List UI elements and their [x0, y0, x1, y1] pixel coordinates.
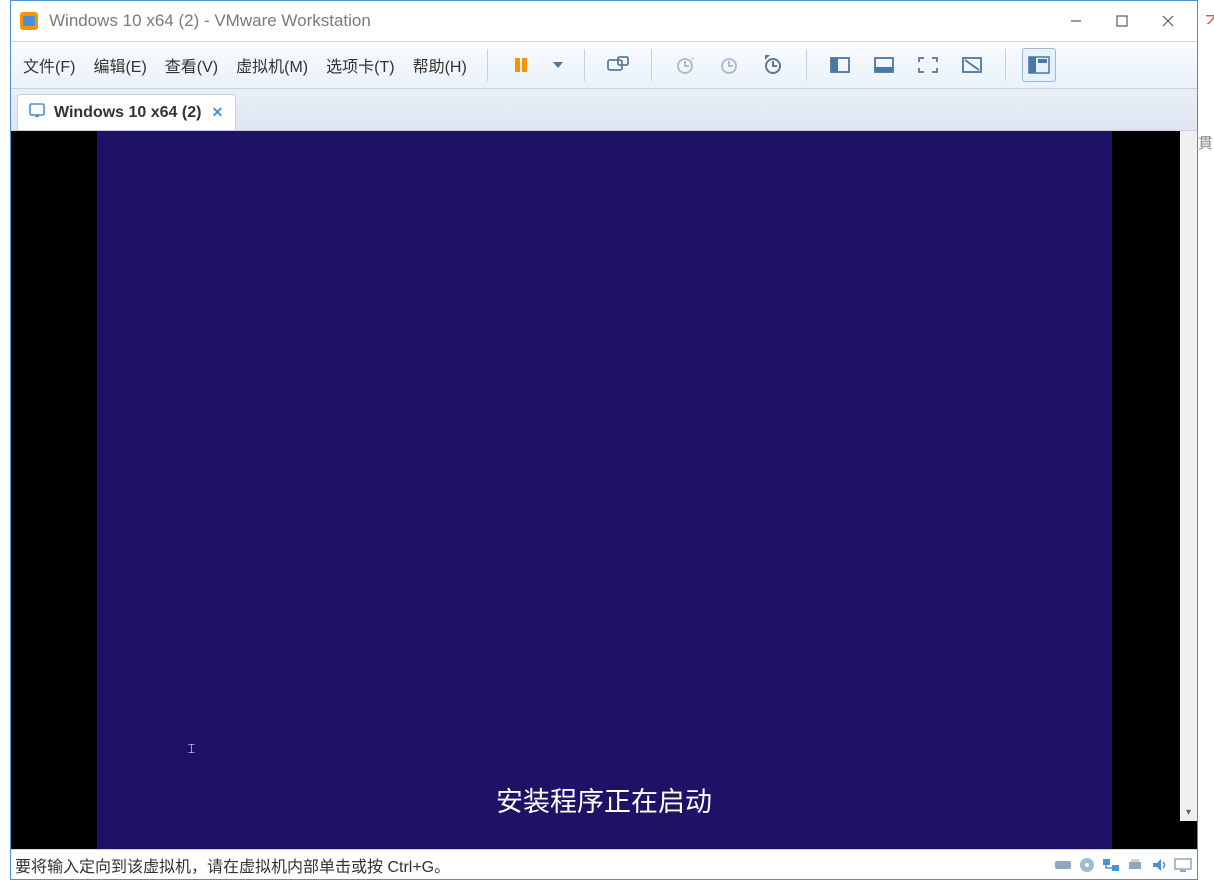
statusbar: 要将输入定向到该虚拟机，请在虚拟机内部单击或按 Ctrl+G。: [11, 849, 1197, 879]
display-icon[interactable]: [1173, 855, 1193, 875]
vm-console-area[interactable]: 安装程序正在启动 ⌶ ▾: [11, 131, 1197, 849]
show-library-button[interactable]: [823, 48, 857, 82]
separator: [806, 49, 807, 81]
menu-vm[interactable]: 虚拟机(M): [232, 49, 312, 81]
menu-help[interactable]: 帮助(H): [409, 49, 471, 81]
vmware-app-icon: [17, 9, 41, 33]
network-adapter-icon[interactable]: [1101, 855, 1121, 875]
separator: [1005, 49, 1006, 81]
vm-tab-label: Windows 10 x64 (2): [54, 104, 201, 122]
background-app-fragment: 才: [1205, 6, 1214, 24]
guest-display[interactable]: 安装程序正在启动 ⌶: [97, 131, 1112, 849]
cursor-artifact: ⌶: [188, 741, 196, 755]
menu-file[interactable]: 文件(F): [19, 49, 79, 81]
close-button[interactable]: [1145, 3, 1191, 39]
fullscreen-button[interactable]: [911, 48, 945, 82]
sound-icon[interactable]: [1149, 855, 1169, 875]
power-dropdown-button[interactable]: [548, 48, 568, 82]
vertical-scrollbar[interactable]: ▾: [1180, 131, 1197, 821]
cd-icon[interactable]: [1077, 855, 1097, 875]
pause-button[interactable]: [504, 48, 538, 82]
setup-status-text: 安装程序正在启动: [97, 780, 1112, 819]
unity-mode-button[interactable]: [955, 48, 989, 82]
maximize-button[interactable]: [1099, 3, 1145, 39]
menu-view[interactable]: 查看(V): [161, 49, 222, 81]
vmware-window: Windows 10 x64 (2) - VMware Workstation …: [10, 0, 1198, 880]
snapshot-take-button[interactable]: +: [668, 48, 702, 82]
titlebar: Windows 10 x64 (2) - VMware Workstation: [11, 1, 1197, 41]
harddisk-icon[interactable]: [1053, 855, 1073, 875]
send-ctrl-alt-del-button[interactable]: [601, 48, 635, 82]
quick-switch-button[interactable]: [867, 48, 901, 82]
vm-tab[interactable]: Windows 10 x64 (2) ✕: [17, 94, 236, 130]
separator: [584, 49, 585, 81]
window-controls: [1053, 3, 1191, 39]
menu-tabs[interactable]: 选项卡(T): [322, 49, 398, 81]
tab-strip: Windows 10 x64 (2) ✕: [11, 89, 1197, 131]
minimize-button[interactable]: [1053, 3, 1099, 39]
status-hint-text: 要将输入定向到该虚拟机，请在虚拟机内部单击或按 Ctrl+G。: [15, 853, 1053, 877]
menubar: 文件(F) 编辑(E) 查看(V) 虚拟机(M) 选项卡(T) 帮助(H) +: [11, 41, 1197, 89]
svg-text:+: +: [690, 55, 695, 64]
separator: [487, 49, 488, 81]
status-icons: [1053, 855, 1193, 875]
background-sidebar-fragment: 貫: [1198, 132, 1214, 890]
menu-edit[interactable]: 编辑(E): [89, 49, 150, 81]
separator: [651, 49, 652, 81]
scroll-down-arrow[interactable]: ▾: [1180, 804, 1197, 821]
snapshot-manager-button[interactable]: [756, 48, 790, 82]
snapshot-revert-button[interactable]: [712, 48, 746, 82]
tab-close-button[interactable]: ✕: [209, 104, 225, 121]
vm-tab-icon: [28, 101, 46, 124]
printer-icon[interactable]: [1125, 855, 1145, 875]
window-title: Windows 10 x64 (2) - VMware Workstation: [49, 11, 1053, 31]
show-console-button[interactable]: [1022, 48, 1056, 82]
